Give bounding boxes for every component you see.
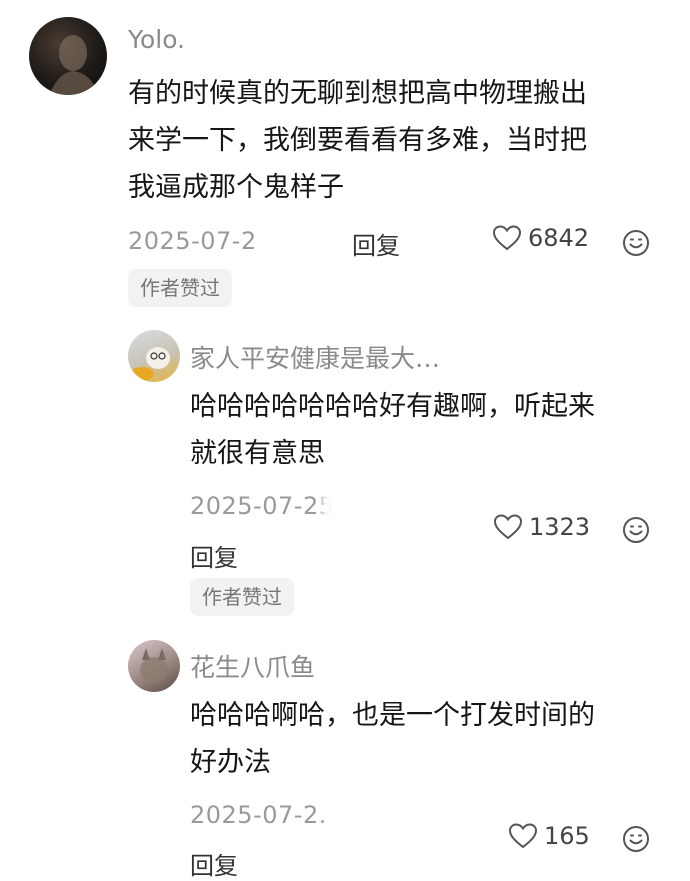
like-button[interactable]: 6842 [492, 224, 589, 252]
reply-button[interactable]: 回复 [190, 538, 238, 573]
comment-date: 2025-07-2. [190, 801, 327, 829]
author-liked-badge: 作者赞过 [128, 269, 232, 307]
reply-button[interactable]: 回复 [352, 226, 400, 261]
username[interactable]: Yolo. [128, 25, 185, 54]
avatar[interactable] [128, 330, 180, 382]
comment-text-line: 哈哈哈哈哈哈哈好有趣啊，听起来 [190, 391, 595, 422]
heart-outline-icon [508, 823, 538, 849]
heart-outline-icon [493, 514, 523, 540]
like-count: 6842 [528, 224, 590, 252]
comment-text-line: 好办法 [190, 747, 271, 778]
heart-outline-icon [492, 225, 522, 251]
like-count: 165 [544, 822, 590, 850]
smiley-face-icon[interactable] [621, 824, 651, 854]
comment-date: 2025-07-25 [190, 492, 335, 520]
comment-text-line: 我逼成那个鬼样子 [128, 172, 344, 203]
username[interactable]: 家人平安健康是最大… [190, 339, 440, 375]
comment-text-line: 就很有意思 [190, 438, 325, 469]
like-button[interactable]: 1323 [493, 513, 590, 541]
comment-text: 有的时候真的无聊到想把高中物理搬出 来学一下，我倒要看看有多难，当时把 我逼成那… [128, 70, 668, 211]
smiley-face-icon[interactable] [621, 228, 651, 258]
comment-text: 哈哈哈啊哈，也是一个打发时间的 好办法 [190, 692, 670, 786]
date-redaction [322, 478, 406, 528]
avatar[interactable] [29, 17, 107, 95]
like-button[interactable]: 165 [508, 822, 590, 850]
date-redaction [262, 222, 338, 260]
avatar-statue-image [49, 35, 99, 95]
comment-text: 哈哈哈哈哈哈哈好有趣啊，听起来 就很有意思 [190, 383, 670, 477]
like-count: 1323 [529, 513, 591, 541]
date-redaction [326, 786, 410, 836]
author-liked-badge: 作者赞过 [190, 578, 294, 616]
username[interactable]: 花生八爪鱼 [190, 648, 315, 684]
comment-text-line: 有的时候真的无聊到想把高中物理搬出 [128, 78, 587, 109]
smiley-face-icon[interactable] [621, 515, 651, 545]
avatar-cat-image [130, 347, 170, 381]
avatar[interactable] [128, 640, 180, 692]
avatar-cat-image [140, 648, 168, 683]
comment-text-line: 哈哈哈啊哈，也是一个打发时间的 [190, 700, 595, 731]
comment-text-line: 来学一下，我倒要看看有多难，当时把 [128, 125, 587, 156]
reply-button[interactable]: 回复 [190, 846, 238, 881]
comment-date: 2025-07-2 [128, 227, 257, 255]
